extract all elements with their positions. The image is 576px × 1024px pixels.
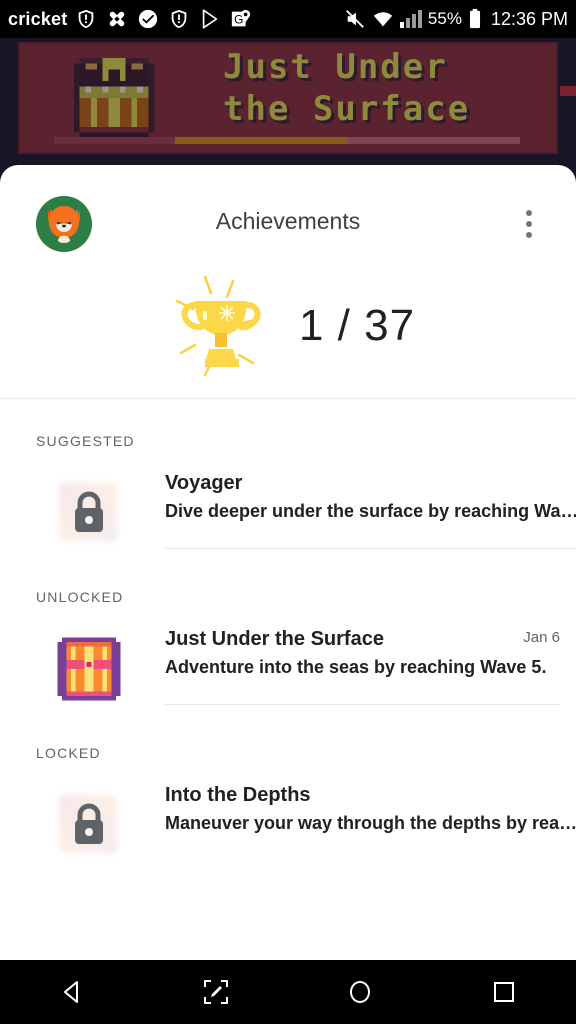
google-maps-pin-icon: G [230, 8, 252, 30]
achievement-name: Into the Depths [165, 784, 311, 806]
overflow-dot [526, 210, 532, 216]
clock-label: 12:36 PM [490, 8, 568, 29]
game-title-line1: Just Under [223, 47, 448, 87]
pixel-treasure-chest-icon [57, 637, 121, 701]
system-navigation-bar [0, 960, 576, 1024]
check-circle-icon [137, 8, 159, 30]
trophy-icon [175, 275, 261, 377]
row-divider [165, 548, 576, 549]
achievement-text: Just Under the Surface Jan 6 Adventure i… [165, 627, 576, 705]
achievement-count: 1 / 37 [298, 301, 416, 350]
achievement-name: Just Under the Surface [165, 628, 384, 650]
overflow-dot [526, 221, 532, 227]
battery-percent-label: 55% [427, 9, 462, 28]
warning-shield-icon [168, 8, 190, 30]
battery-icon [468, 8, 482, 30]
game-title: Just Under the Surface [223, 50, 543, 126]
screenshot-edit-icon [204, 980, 228, 1004]
more-options-icon[interactable] [516, 207, 542, 241]
banner-right-edge [560, 86, 576, 96]
achievement-badge-locked [53, 789, 125, 861]
lock-icon [75, 803, 103, 844]
section-header-locked: LOCKED [36, 745, 101, 761]
home-icon [350, 981, 370, 1003]
status-notification-icons: G [75, 8, 343, 30]
list-item[interactable]: Just Under the Surface Jan 6 Adventure i… [0, 605, 576, 711]
achievement-badge-locked [53, 477, 125, 549]
achievement-date: Jan 6 [523, 629, 560, 646]
section-header-unlocked: UNLOCKED [36, 589, 124, 605]
list-item[interactable]: Into the Depths Maneuver your way throug… [0, 761, 576, 867]
screenshot-button[interactable] [186, 970, 246, 1014]
home-button[interactable] [330, 970, 390, 1014]
game-title-line2: the Surface [223, 89, 471, 129]
game-banner: Just Under the Surface [0, 38, 576, 168]
mute-icon [344, 8, 366, 30]
achievement-text: Voyager Dive deeper under the surface by… [165, 471, 576, 549]
achievement-summary: 1 / 37 [0, 262, 576, 390]
row-divider [165, 704, 560, 705]
status-system-icons: 55% 12:36 PM [344, 8, 568, 30]
back-icon [64, 981, 78, 1003]
achievement-description: Dive deeper under the surface by reachin… [165, 501, 576, 521]
status-bar: cricket G 55% 12:36 PM [0, 0, 576, 38]
photos-pinwheel-icon [106, 8, 128, 30]
banner-accent-strip [54, 137, 520, 144]
lock-icon [75, 491, 103, 532]
carrier-label: cricket [8, 8, 68, 29]
pixel-treasure-chest-icon [73, 57, 155, 139]
section-header-suggested: SUGGESTED [36, 433, 135, 449]
back-button[interactable] [42, 970, 102, 1014]
signal-bars-icon [399, 10, 422, 28]
recents-icon [494, 982, 514, 1002]
achievement-description: Adventure into the seas by reaching Wave… [165, 657, 547, 677]
warning-shield-icon [75, 8, 97, 30]
achievements-list: SUGGESTED Voyager Dive deeper under the … [0, 399, 576, 867]
page-title: Achievements [215, 208, 361, 234]
wifi-icon [372, 8, 394, 30]
achievement-badge-unlocked [53, 633, 125, 705]
play-store-icon [199, 8, 221, 30]
achievement-name: Voyager [165, 472, 243, 494]
recents-button[interactable] [474, 970, 534, 1014]
overflow-dot [526, 232, 532, 238]
list-item[interactable]: Voyager Dive deeper under the surface by… [0, 449, 576, 555]
achievement-description: Maneuver your way through the depths by … [165, 813, 576, 833]
achievement-text: Into the Depths Maneuver your way throug… [165, 783, 576, 834]
game-banner-art: Just Under the Surface [18, 42, 558, 154]
